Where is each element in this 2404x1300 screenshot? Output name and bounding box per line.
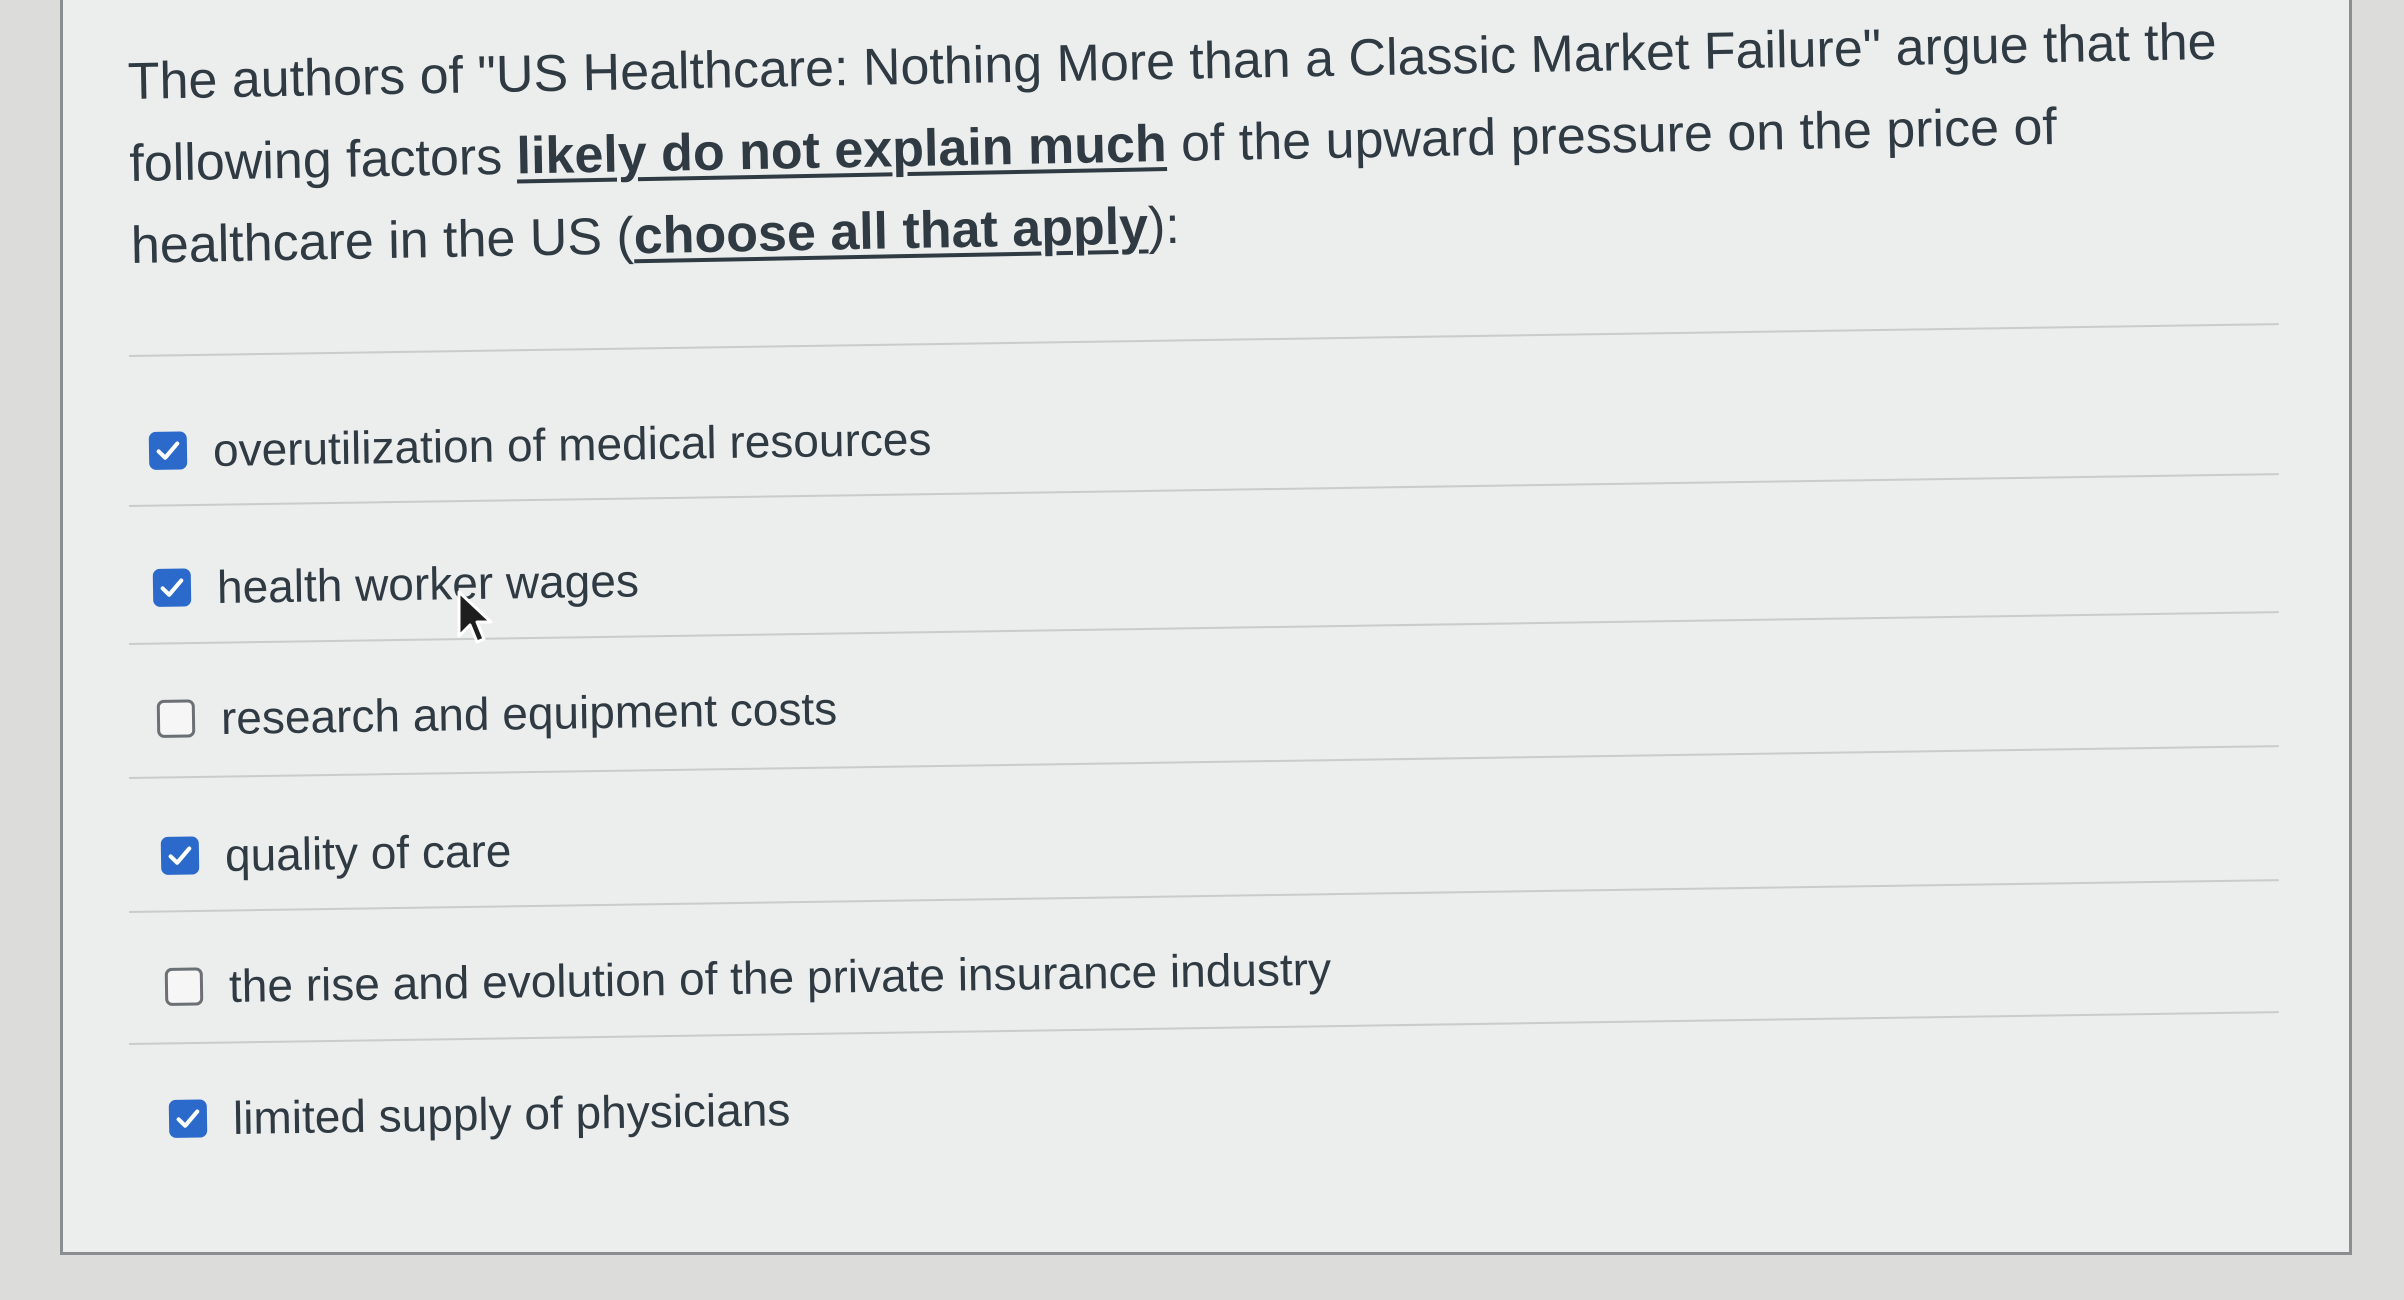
answer-option-3[interactable]: research and equipment costs [156, 646, 2257, 759]
checkmark-icon [156, 441, 180, 460]
answer-label: limited supply of physicians [232, 1083, 791, 1144]
answer-option-2[interactable]: health worker wages [152, 515, 2253, 628]
answer-option-5[interactable]: the rise and evolution of the private in… [164, 914, 2265, 1027]
answer-checkbox[interactable] [164, 967, 204, 1006]
checkmark-icon [176, 1109, 200, 1128]
answer-checkbox[interactable] [152, 568, 192, 607]
question-text-part: ): [1147, 196, 1181, 256]
answer-option-1[interactable]: overutilization of medical resources [148, 378, 2249, 491]
answer-checkbox[interactable] [148, 431, 188, 470]
answer-label: research and equipment costs [220, 682, 838, 744]
answer-label: health worker wages [216, 554, 640, 613]
answer-option-6[interactable]: limited supply of physicians [168, 1046, 2269, 1159]
question-prompt: The authors of "US Healthcare: Nothing M… [127, 0, 2291, 287]
quiz-question-card: The authors of "US Healthcare: Nothing M… [60, 0, 2352, 1255]
checkmark-icon [160, 578, 184, 597]
answer-label: overutilization of medical resources [212, 412, 932, 476]
answer-checkbox[interactable] [168, 1099, 208, 1138]
checkmark-icon [168, 846, 192, 865]
answer-checkbox[interactable] [160, 836, 200, 875]
question-emphasis: choose all that apply [633, 197, 1149, 266]
divider [128, 323, 2279, 357]
answer-label: quality of care [224, 824, 512, 881]
answer-checkbox[interactable] [156, 699, 196, 738]
question-emphasis: likely do not explain much [516, 115, 1168, 186]
answer-option-4[interactable]: quality of care [160, 783, 2261, 896]
answer-label: the rise and evolution of the private in… [228, 942, 1332, 1012]
